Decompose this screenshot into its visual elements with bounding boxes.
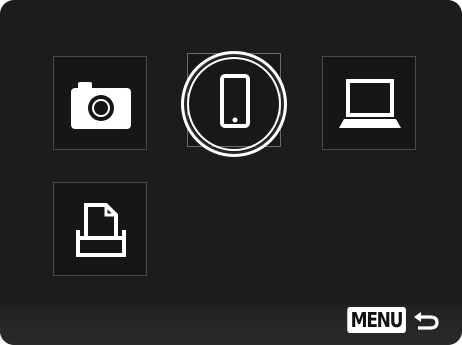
camera-icon — [71, 82, 131, 129]
laptop-icon — [339, 79, 401, 128]
printer-icon — [76, 203, 126, 257]
smartphone-icon — [220, 74, 250, 128]
tile-printer[interactable] — [53, 182, 147, 276]
wifi-device-select-screen: MENU — [0, 0, 462, 345]
return-arrow-icon — [414, 312, 439, 330]
tile-computer[interactable] — [322, 56, 416, 150]
menu-back-control[interactable]: MENU — [337, 305, 440, 335]
tile-camera[interactable] — [53, 56, 147, 150]
tile-smartphone[interactable] — [187, 53, 281, 147]
menu-button[interactable]: MENU — [347, 307, 406, 333]
